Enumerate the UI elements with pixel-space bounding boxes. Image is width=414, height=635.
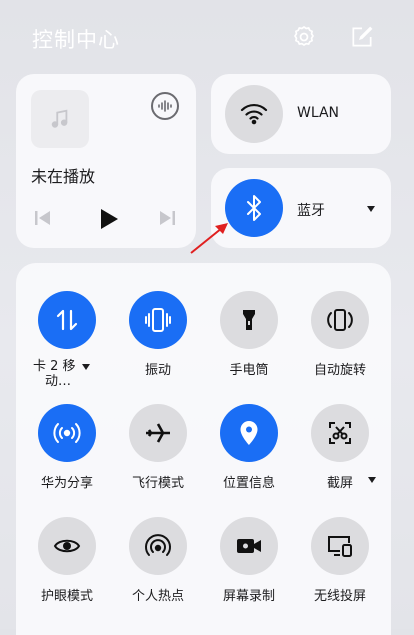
cast-icon[interactable]: [311, 517, 369, 575]
next-icon[interactable]: [158, 210, 176, 230]
screen-record-icon[interactable]: [220, 517, 278, 575]
tile-label-airplane: 飞行模式: [131, 476, 184, 491]
wifi-icon[interactable]: [225, 85, 283, 143]
tile-label-hotspot: 个人热点: [131, 589, 184, 604]
edit-icon[interactable]: [348, 23, 376, 51]
wlan-label: WLAN: [297, 105, 340, 121]
tile-label-share: 华为分享: [40, 476, 93, 491]
previous-icon[interactable]: [34, 210, 52, 230]
chevron-down-icon[interactable]: [367, 206, 375, 212]
play-icon[interactable]: [98, 208, 120, 234]
auto-rotate-icon[interactable]: [311, 291, 369, 349]
airplane-icon[interactable]: [129, 404, 187, 462]
chevron-down-icon[interactable]: [81, 363, 90, 370]
quick-settings-panel: 卡 2 移 动… 振动 手电筒 自动旋转 华为分享 飞行模式 位置信息 截屏 护…: [16, 263, 391, 635]
media-status: 未在播放: [31, 167, 96, 186]
tile-label-screen-record: 屏幕录制: [222, 589, 275, 604]
tile-label-eye-comfort: 护眼模式: [40, 589, 93, 604]
tile-label-flashlight: 手电筒: [229, 363, 269, 378]
tile-label-location: 位置信息: [222, 476, 275, 491]
tile-label-auto-rotate: 自动旋转: [313, 363, 366, 378]
music-note-icon: [31, 90, 89, 148]
wlan-card[interactable]: WLAN: [211, 74, 391, 154]
data-arrows-icon[interactable]: [38, 291, 96, 349]
hotspot-icon[interactable]: [129, 517, 187, 575]
tile-label-screenshot: 截屏: [326, 476, 353, 491]
eye-icon[interactable]: [38, 517, 96, 575]
flashlight-icon[interactable]: [220, 291, 278, 349]
chevron-down-icon[interactable]: [368, 477, 376, 483]
annotation-arrow: [190, 223, 228, 254]
bluetooth-card[interactable]: 蓝牙: [211, 168, 391, 248]
location-icon[interactable]: [220, 404, 278, 462]
bluetooth-label: 蓝牙: [297, 203, 325, 219]
tile-label-vibrate: 振动: [144, 363, 171, 378]
tile-label-mobile-data: 卡 2 移 动…: [33, 359, 101, 389]
share-icon[interactable]: [38, 404, 96, 462]
tile-label-cast: 无线投屏: [313, 589, 366, 604]
page-title: 控制中心: [32, 28, 120, 52]
audio-output-icon[interactable]: [151, 92, 179, 120]
screenshot-icon[interactable]: [311, 404, 369, 462]
gear-icon[interactable]: [290, 23, 318, 51]
media-player-card[interactable]: 未在播放: [16, 74, 196, 248]
vibrate-icon[interactable]: [129, 291, 187, 349]
